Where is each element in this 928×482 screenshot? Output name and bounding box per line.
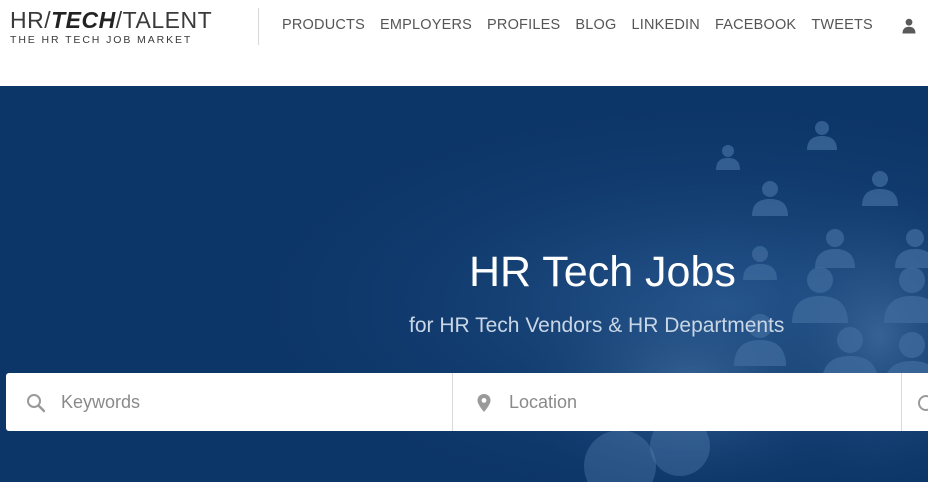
location-field	[453, 373, 902, 431]
keywords-input[interactable]	[6, 373, 452, 431]
category-field[interactable]	[902, 373, 928, 431]
location-input[interactable]	[453, 373, 901, 431]
map-pin-icon	[477, 394, 491, 412]
hero-subtitle: for HR Tech Vendors & HR Departments	[409, 314, 785, 337]
nav-item-blog[interactable]: BLOG	[575, 17, 616, 33]
job-search-form	[6, 373, 928, 431]
user-icon[interactable]	[902, 18, 916, 34]
logo-part-tech: TECH	[51, 7, 116, 33]
nav-item-employers[interactable]: EMPLOYERS	[380, 17, 472, 33]
search-icon	[27, 394, 46, 413]
nav-item-products[interactable]: PRODUCTS	[282, 17, 365, 33]
logo-part-hr: HR/	[10, 7, 52, 33]
hero-title: HR Tech Jobs	[469, 248, 736, 296]
nav-item-tweets[interactable]: TWEETS	[811, 17, 873, 33]
nav-item-facebook[interactable]: FACEBOOK	[715, 17, 796, 33]
main-nav: PRODUCTS EMPLOYERS PROFILES BLOG LINKEDI…	[282, 17, 888, 33]
logo-part-talent: /TALENT	[115, 7, 213, 33]
logo-wordmark: HR/TECH/TALENT	[10, 7, 212, 33]
header-divider	[258, 8, 259, 45]
logo-tagline: THE HR TECH JOB MARKET	[10, 34, 193, 46]
nav-item-linkedin[interactable]: LINKEDIN	[631, 17, 699, 33]
site-logo[interactable]: HR/TECH/TALENT THE HR TECH JOB MARKET	[10, 7, 212, 47]
keywords-field	[6, 373, 453, 431]
site-header: HR/TECH/TALENT THE HR TECH JOB MARKET PR…	[0, 0, 928, 86]
nav-item-profiles[interactable]: PROFILES	[487, 17, 560, 33]
hero-banner: HR Tech Jobs for HR Tech Vendors & HR De…	[0, 86, 928, 482]
category-icon	[918, 395, 928, 411]
